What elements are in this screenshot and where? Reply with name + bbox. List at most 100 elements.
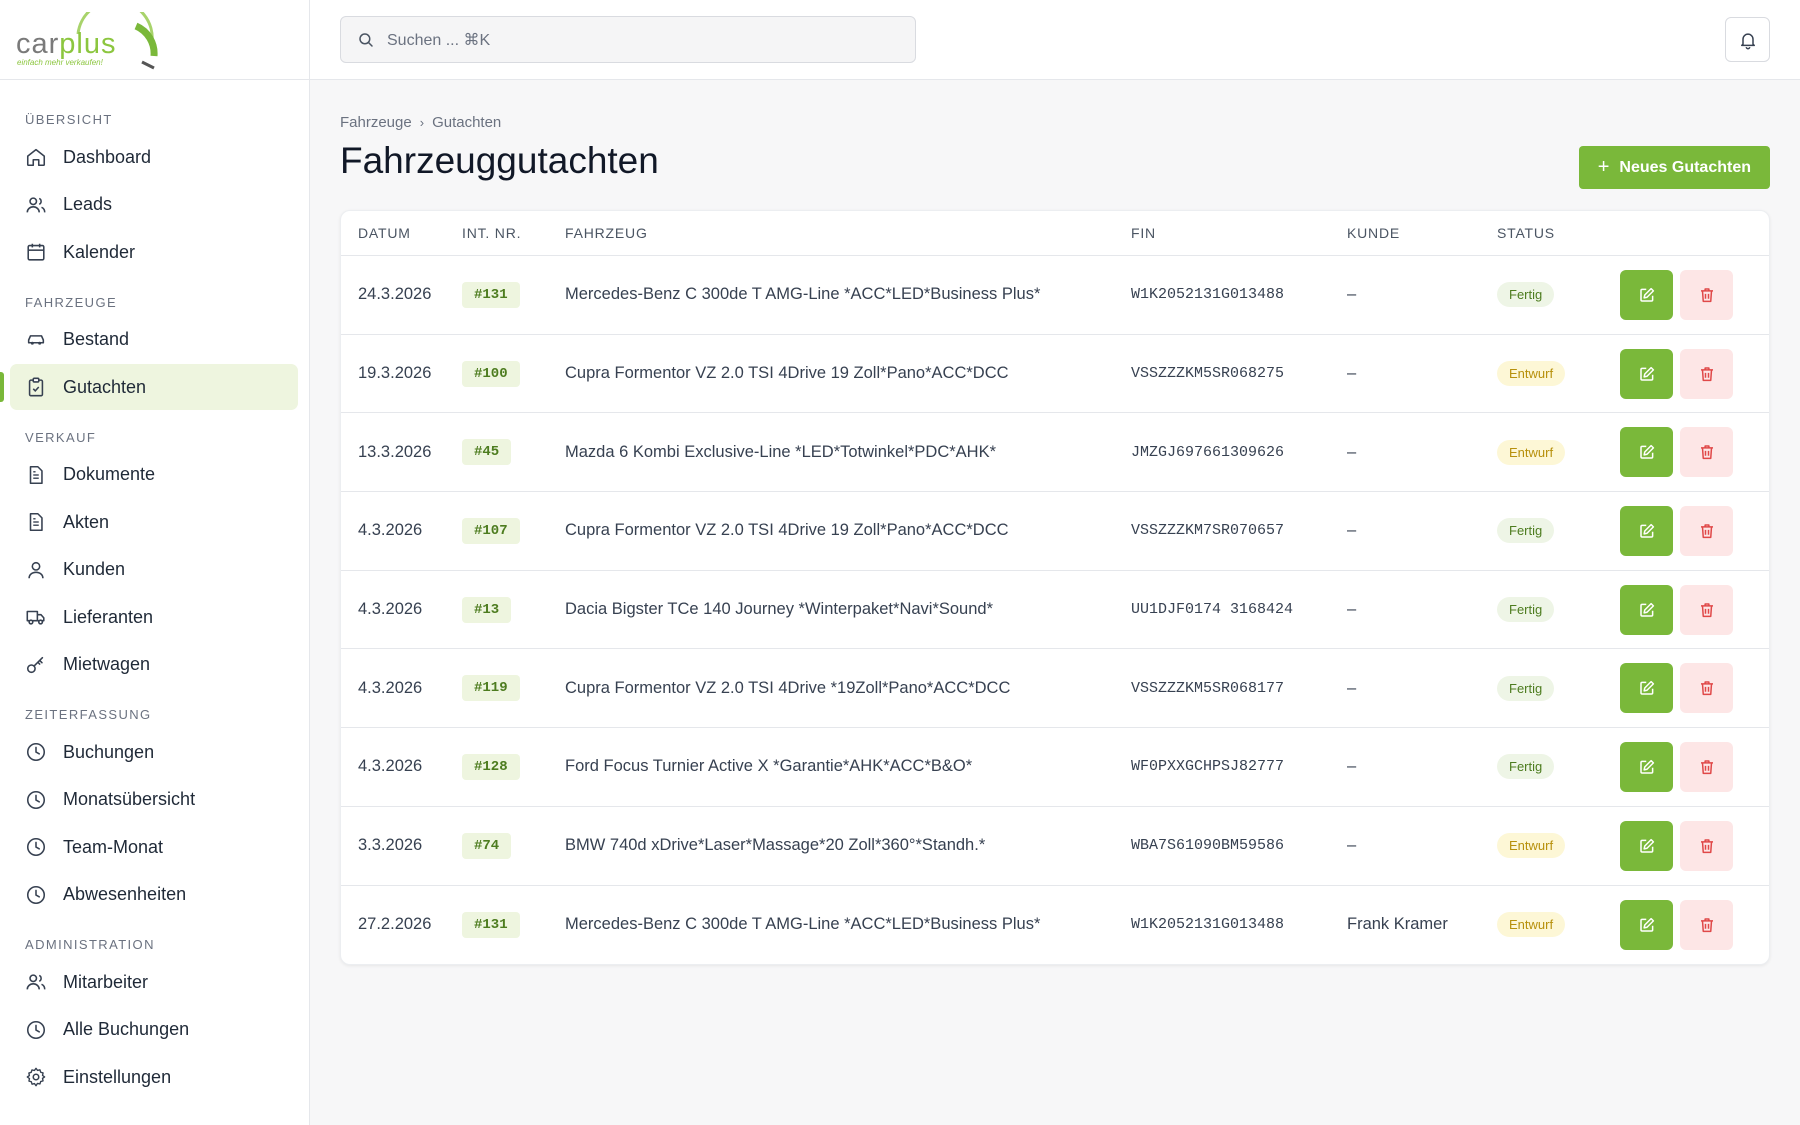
sidebar-item-bestand[interactable]: Bestand xyxy=(10,317,298,363)
cell-fahrzeug: Ford Focus Turnier Active X *Garantie*AH… xyxy=(565,757,973,776)
cell-fahrzeug: Dacia Bigster TCe 140 Journey *Winterpak… xyxy=(565,600,994,619)
cell-fin: UU1DJF0174 3168424 xyxy=(1131,601,1294,619)
sidebar-item-dashboard[interactable]: Dashboard xyxy=(10,134,298,180)
sidebar-item-einstellungen[interactable]: Einstellungen xyxy=(10,1054,298,1100)
int-nr-badge: #13 xyxy=(462,596,512,623)
table-row[interactable]: 24.3.2026 #131 Mercedes-Benz C 300de T AMG… xyxy=(341,256,1769,335)
cell-fin: W1K2052131G013488 xyxy=(1131,916,1285,934)
delete-button[interactable] xyxy=(1680,741,1733,792)
cell-fahrzeug: Cupra Formentor VZ 2.0 TSI 4Drive 19 Zol… xyxy=(565,521,1009,540)
sidebar-item-label: Alle Buchungen xyxy=(63,1019,190,1039)
cell-kunde: – xyxy=(1347,442,1357,461)
cell-fin: VSSZZZKM5SR068275 xyxy=(1131,365,1285,383)
sidebar-nav: ÜBERSICHT Dashboard Leads Kalender FAHRZEUGE… xyxy=(0,80,309,1100)
cell-kunde: – xyxy=(1347,836,1357,855)
status-badge: Fertig xyxy=(1497,597,1555,623)
trash-icon xyxy=(1700,366,1713,381)
edit-icon xyxy=(1639,366,1654,381)
trash-icon xyxy=(1700,524,1713,539)
sidebar-item-kunden[interactable]: Kunden xyxy=(10,547,298,593)
carplus-logo[interactable]: carplus einfach mehr verkaufen! xyxy=(16,12,158,70)
cell-kunde: – xyxy=(1347,364,1357,383)
cell-fahrzeug: Mercedes-Benz C 300de T AMG-Line *ACC*LE… xyxy=(565,915,1041,934)
delete-button[interactable] xyxy=(1680,899,1733,950)
int-nr-badge: #45 xyxy=(462,439,512,466)
sidebar-item-buchungen[interactable]: Buchungen xyxy=(10,729,298,775)
int-nr-badge: #100 xyxy=(462,360,520,387)
edit-button[interactable] xyxy=(1620,505,1673,556)
table-body: 24.3.2026 #131 Mercedes-Benz C 300de T AMG… xyxy=(341,256,1769,964)
delete-button[interactable] xyxy=(1680,820,1733,871)
sidebar-item-gutachten[interactable]: Gutachten xyxy=(0,364,298,410)
user-icon xyxy=(25,559,47,581)
delete-button[interactable] xyxy=(1680,269,1733,320)
sidebar-item-label: Akten xyxy=(63,511,110,532)
sidebar-item-mietwagen[interactable]: Mietwagen xyxy=(10,642,298,688)
table-row[interactable]: 3.3.2026 #74 BMW 740d xDrive*Laser*Massage… xyxy=(341,807,1769,886)
edit-icon xyxy=(1639,917,1654,932)
search-placeholder: Suchen ... ⌘K xyxy=(387,31,491,49)
int-nr-badge: #131 xyxy=(462,911,520,938)
trash-icon xyxy=(1700,681,1713,696)
trash-icon xyxy=(1700,760,1713,775)
sidebar-item-lieferanten[interactable]: Lieferanten xyxy=(10,594,298,640)
breadcrumb-gutachten[interactable]: Gutachten xyxy=(432,114,501,131)
delete-button[interactable] xyxy=(1680,348,1733,399)
table-row[interactable]: 4.3.2026 #13 Dacia Bigster TCe 140 Journey… xyxy=(341,571,1769,650)
edit-button[interactable] xyxy=(1620,427,1673,478)
table-row[interactable]: 19.3.2026 #100 Cupra Formentor VZ 2.0 TSI … xyxy=(341,335,1769,414)
delete-button[interactable] xyxy=(1680,427,1733,478)
delete-button[interactable] xyxy=(1680,584,1733,635)
logo-wordmark: carplus xyxy=(16,28,117,60)
table-row[interactable]: 27.2.2026 #131 Mercedes-Benz C 300de T AMG… xyxy=(341,886,1769,965)
cell-kunde: – xyxy=(1347,678,1357,697)
edit-icon xyxy=(1639,287,1654,302)
cell-fahrzeug: Mercedes-Benz C 300de T AMG-Line *ACC*LE… xyxy=(565,285,1041,304)
edit-button[interactable] xyxy=(1620,269,1673,320)
main-content: Fahrzeuge › Gutachten Fahrzeuggutachten … xyxy=(340,80,1770,966)
nav-section-uebersicht: ÜBERSICHT xyxy=(25,112,113,127)
delete-button[interactable] xyxy=(1680,505,1733,556)
sidebar-item-abwesenheiten[interactable]: Abwesenheiten xyxy=(10,872,298,918)
int-nr-badge: #107 xyxy=(462,517,520,544)
sidebar-item-mitarbeiter[interactable]: Mitarbeiter xyxy=(10,959,298,1005)
int-nr-badge: #119 xyxy=(462,675,520,702)
edit-button[interactable] xyxy=(1620,741,1673,792)
cell-kunde: – xyxy=(1347,757,1357,776)
edit-button[interactable] xyxy=(1620,584,1673,635)
trash-icon xyxy=(1700,445,1713,460)
trash-icon xyxy=(1700,838,1713,853)
edit-button[interactable] xyxy=(1620,820,1673,871)
edit-button[interactable] xyxy=(1620,899,1673,950)
column-header-fin: FIN xyxy=(1131,225,1156,241)
edit-button[interactable] xyxy=(1620,663,1673,714)
sidebar-item-akten[interactable]: Akten xyxy=(10,499,298,545)
table-row[interactable]: 13.3.2026 #45 Mazda 6 Kombi Exclusive-Line… xyxy=(341,413,1769,493)
breadcrumb-fahrzeuge[interactable]: Fahrzeuge xyxy=(340,114,412,131)
table-row[interactable]: 4.3.2026 #119 Cupra Formentor VZ 2.0 TSI 4… xyxy=(341,649,1769,729)
edit-button[interactable] xyxy=(1620,348,1673,399)
table-row[interactable]: 4.3.2026 #128 Ford Focus Turnier Active X … xyxy=(341,728,1769,807)
delete-button[interactable] xyxy=(1680,663,1733,714)
sidebar-item-label: Team-Monat xyxy=(63,836,164,857)
cell-datum: 4.3.2026 xyxy=(358,757,423,776)
status-badge: Entwurf xyxy=(1497,833,1566,859)
sidebar-item-team-monat[interactable]: Team-Monat xyxy=(10,824,298,870)
users-icon xyxy=(25,194,47,216)
notifications-button[interactable] xyxy=(1725,17,1770,62)
new-gutachten-button[interactable]: + Neues Gutachten xyxy=(1578,146,1770,189)
status-badge: Entwurf xyxy=(1497,361,1566,387)
sidebar-item-label: Dokumente xyxy=(63,464,156,484)
sidebar-item-alle-buchungen[interactable]: Alle Buchungen xyxy=(10,1007,298,1053)
sidebar-item-leads[interactable]: Leads xyxy=(10,182,298,228)
status-badge: Entwurf xyxy=(1497,912,1566,938)
sidebar-item-monatsuebersicht[interactable]: Monatsübersicht xyxy=(10,777,298,823)
nav-section-verkauf: VERKAUF xyxy=(25,429,97,445)
table-row[interactable]: 4.3.2026 #107 Cupra Formentor VZ 2.0 TSI 4… xyxy=(341,492,1769,571)
sidebar-item-dokumente[interactable]: Dokumente xyxy=(10,452,298,498)
cell-fin: VSSZZZKM7SR070657 xyxy=(1131,522,1285,540)
search-input[interactable]: Suchen ... ⌘K xyxy=(340,16,916,63)
sidebar-item-kalender[interactable]: Kalender xyxy=(10,229,298,275)
cell-kunde: – xyxy=(1347,521,1357,540)
sidebar-item-label: Kalender xyxy=(63,241,136,262)
